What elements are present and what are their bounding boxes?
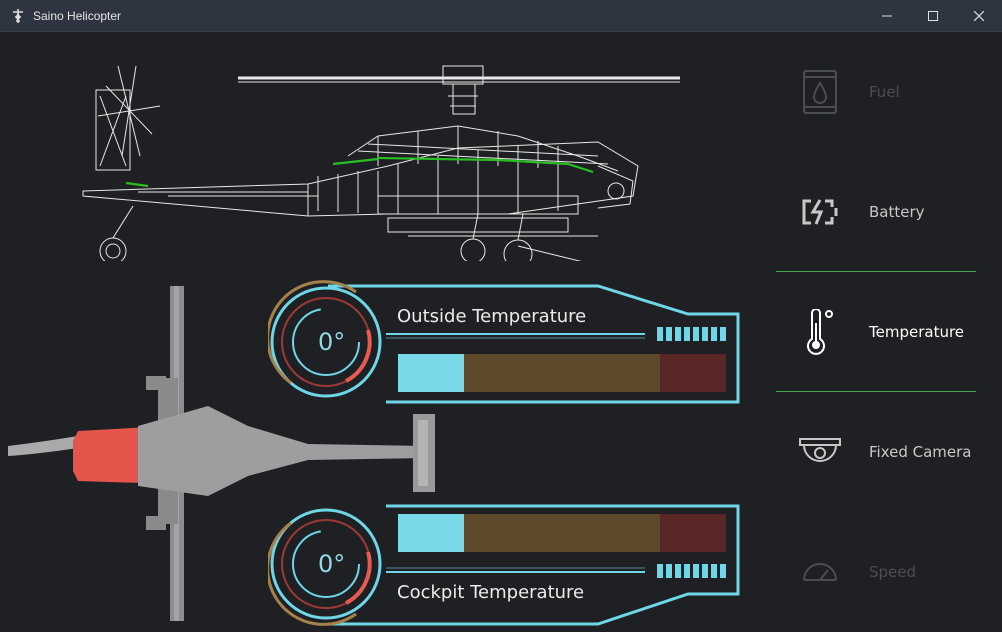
battery-charge-icon: [802, 199, 838, 225]
maximize-button[interactable]: [910, 0, 956, 31]
sidebar: Fuel Battery Temperature Fixed Camera Sp…: [776, 32, 976, 632]
title-bar: Saino Helicopter: [0, 0, 1002, 32]
cockpit-temperature-title: Cockpit Temperature: [397, 582, 585, 603]
sidebar-item-speed[interactable]: Speed: [776, 512, 976, 632]
bar-segment-cold: [398, 354, 464, 392]
helicopter-wireframe-side-view: [82, 65, 680, 261]
helicopter-app-icon: [13, 8, 23, 23]
active-item-divider-bottom: [776, 391, 976, 392]
sidebar-item-label: Battery: [869, 203, 925, 221]
sidebar-item-battery[interactable]: Battery: [776, 152, 976, 272]
sidebar-item-fuel[interactable]: Fuel: [776, 32, 976, 152]
minimize-icon: [882, 15, 892, 16]
bar-segment-normal: [464, 354, 660, 392]
bar-segment-hot: [660, 354, 726, 392]
close-icon: [974, 10, 984, 21]
thermometer-icon: [807, 309, 833, 355]
outside-temperature-value: 0°: [318, 328, 346, 356]
sidebar-item-label: Fuel: [869, 83, 900, 101]
cockpit-temperature-value: 0°: [318, 550, 346, 578]
speedometer-icon: [803, 563, 837, 581]
fuel-barrel-icon: [803, 70, 837, 114]
active-item-divider-top: [776, 271, 976, 272]
dome-camera-icon: [799, 438, 841, 462]
outside-temperature-bar: [398, 354, 726, 392]
sidebar-item-label: Speed: [869, 563, 917, 581]
close-button[interactable]: [956, 0, 1002, 31]
outside-temperature-ticks: [657, 327, 726, 341]
bar-segment-hot: [660, 514, 726, 552]
bar-segment-normal: [464, 514, 660, 552]
sidebar-item-fixed-camera[interactable]: Fixed Camera: [776, 392, 976, 512]
cockpit-temperature-ticks: [657, 564, 726, 578]
sidebar-item-label: Temperature: [869, 323, 965, 341]
maximize-icon: [928, 10, 938, 21]
minimize-button[interactable]: [864, 0, 910, 31]
outside-temperature-title: Outside Temperature: [397, 306, 587, 327]
window-title: Saino Helicopter: [33, 8, 122, 23]
cockpit-temperature-bar: [398, 514, 726, 552]
sidebar-item-label: Fixed Camera: [869, 443, 972, 461]
bar-segment-cold: [398, 514, 464, 552]
sidebar-item-temperature[interactable]: Temperature: [776, 272, 976, 392]
